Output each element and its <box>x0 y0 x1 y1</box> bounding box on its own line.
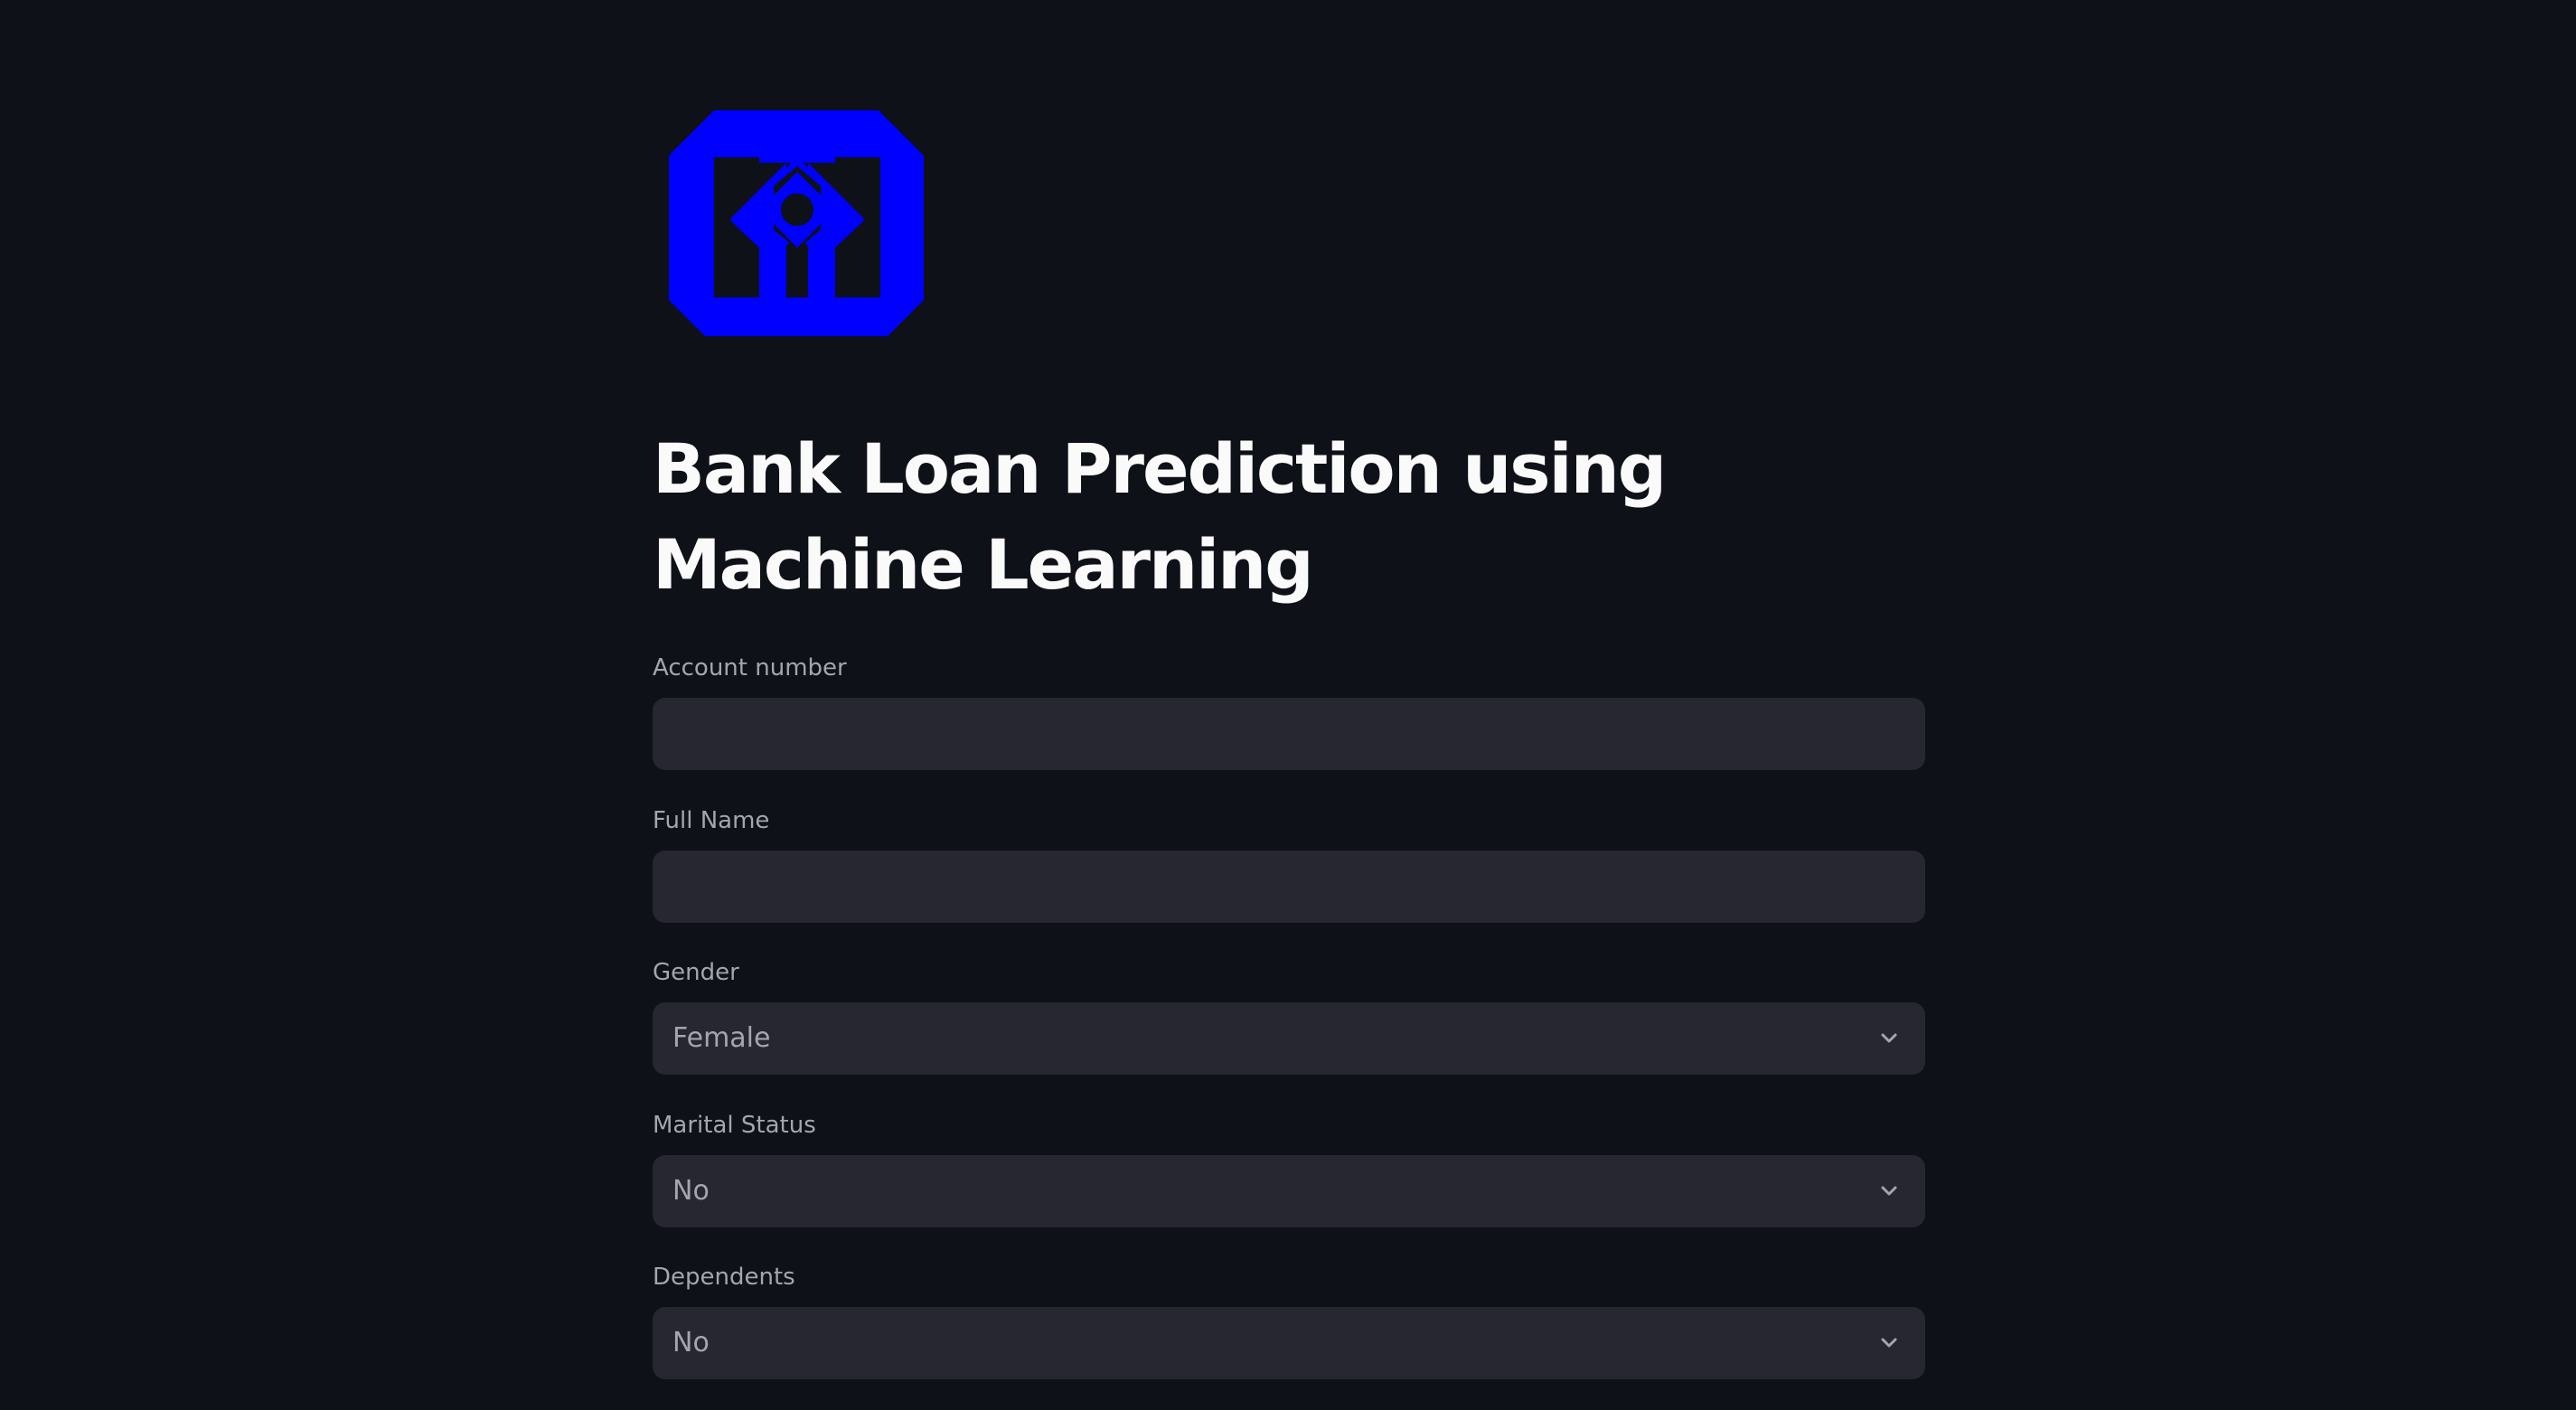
gender-select[interactable]: Female <box>653 1002 1925 1075</box>
gender-selected-value: Female <box>672 1022 771 1054</box>
gender-label: Gender <box>653 959 739 986</box>
account-number-field: Account number <box>653 653 1925 770</box>
full-name-field: Full Name <box>653 805 1925 923</box>
dependents-selected-value: No <box>672 1327 710 1358</box>
full-name-label: Full Name <box>653 807 770 834</box>
chevron-down-icon <box>1878 1028 1900 1049</box>
marital-status-select[interactable]: No <box>653 1155 1925 1227</box>
page-title: Bank Loan Prediction using Machine Learn… <box>653 428 1667 605</box>
account-number-input[interactable] <box>653 698 1925 770</box>
full-name-input-box[interactable] <box>653 851 1925 923</box>
dependents-select[interactable]: No <box>653 1307 1925 1379</box>
account-number-input-box[interactable] <box>653 698 1925 770</box>
dependents-field: Dependents No <box>653 1262 1925 1379</box>
account-number-label: Account number <box>653 654 847 682</box>
bank-logo-icon <box>669 110 924 336</box>
marital-status-label: Marital Status <box>653 1112 816 1139</box>
gender-field: Gender Female <box>653 957 1925 1075</box>
dependents-label: Dependents <box>653 1264 795 1291</box>
full-name-input[interactable] <box>653 851 1925 923</box>
marital-status-field: Marital Status No <box>653 1110 1925 1227</box>
marital-status-selected-value: No <box>672 1175 710 1207</box>
chevron-down-icon <box>1878 1180 1900 1202</box>
chevron-down-icon <box>1878 1332 1900 1354</box>
